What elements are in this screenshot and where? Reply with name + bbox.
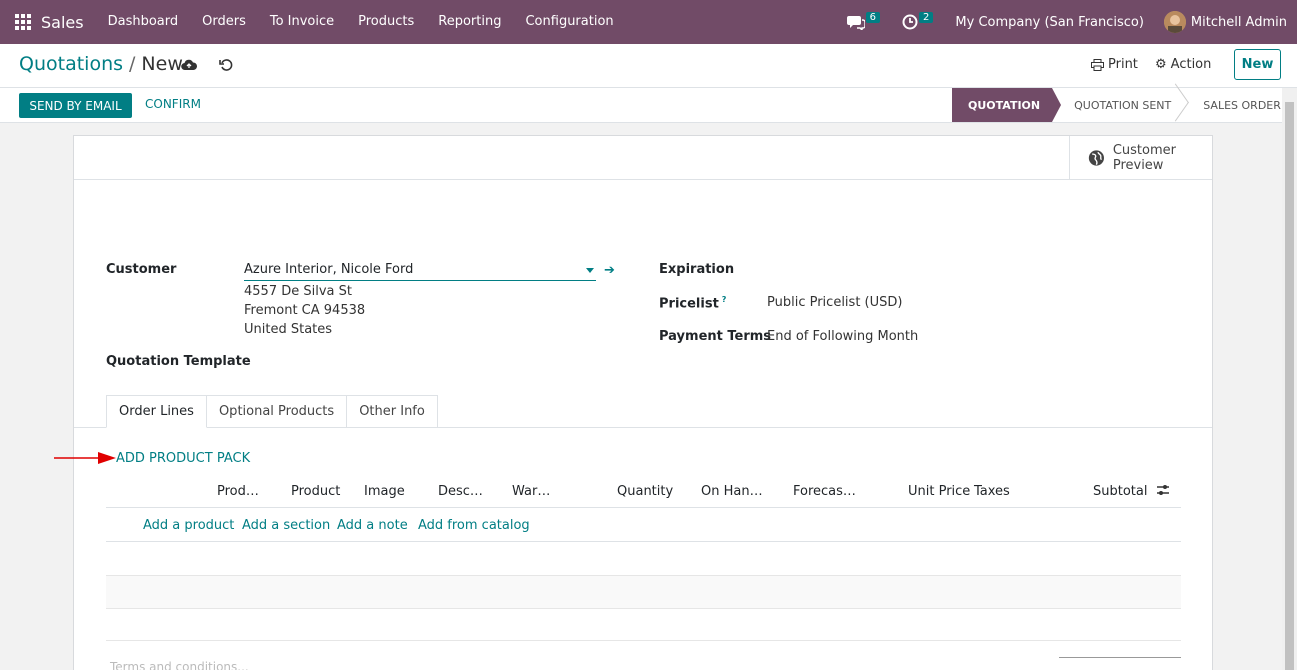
order-lines-header: Prod… Product Image Desc… War… Quantity … (106, 476, 1181, 508)
top-navbar: Sales Dashboard Orders To Invoice Produc… (0, 0, 1297, 44)
confirm-button[interactable]: CONFIRM (145, 97, 201, 111)
breadcrumb-separator: / (129, 53, 136, 75)
control-panel: Quotations / New Print ⚙ Action New (0, 44, 1297, 88)
pricelist-value[interactable]: Public Pricelist (USD) (767, 295, 902, 310)
user-name: Mitchell Admin (1190, 14, 1287, 30)
customer-label: Customer (106, 262, 177, 277)
apps-menu-icon[interactable] (15, 14, 31, 30)
payment-terms-value[interactable]: End of Following Month (767, 329, 918, 344)
messages-count-badge: 6 (865, 11, 881, 23)
menu-to-invoice[interactable]: To Invoice (258, 0, 346, 44)
scrollbar-thumb[interactable] (1285, 102, 1294, 670)
action-button[interactable]: ⚙ Action (1155, 57, 1211, 72)
quotation-template-label: Quotation Template (106, 354, 251, 369)
pricelist-label: Pricelist? (659, 295, 727, 312)
globe-icon (1088, 150, 1104, 166)
notebook-tabs: Order Lines Optional Products Other Info (106, 395, 438, 428)
empty-row (106, 608, 1181, 641)
column-header[interactable]: Product (291, 484, 340, 499)
annotation-arrow-icon (54, 452, 116, 464)
stage-quotation[interactable]: QUOTATION (952, 88, 1062, 122)
address-line-2: Fremont CA 94538 (244, 303, 366, 318)
column-header[interactable]: Subtotal (1093, 484, 1147, 499)
address-line-1: 4557 De Silva St (244, 284, 352, 299)
discard-undo-icon[interactable] (217, 56, 235, 74)
tab-optional-products[interactable]: Optional Products (205, 395, 348, 428)
payment-terms-label: Payment Terms (659, 329, 772, 344)
add-product-pack-button[interactable]: ADD PRODUCT PACK (116, 451, 250, 466)
add-line-row: Add a product Add a section Add a note A… (106, 508, 1181, 542)
breadcrumb-current: New (141, 53, 183, 75)
totals-divider (1059, 657, 1181, 658)
expiration-label: Expiration (659, 262, 735, 277)
status-bar: SEND BY EMAIL CONFIRM QUOTATION QUOTATIO… (0, 88, 1297, 123)
send-by-email-button[interactable]: SEND BY EMAIL (19, 93, 132, 118)
customer-preview-label: Customer Preview (1112, 143, 1176, 173)
chevron-down-icon[interactable] (586, 268, 594, 273)
column-header[interactable]: Forecas… (793, 484, 856, 499)
smart-button-bar: Customer Preview (74, 136, 1212, 180)
add-note-link[interactable]: Add a note (337, 518, 408, 533)
vertical-scrollbar[interactable] (1282, 88, 1297, 670)
chat-icon (846, 16, 865, 30)
menu-dashboard[interactable]: Dashboard (96, 0, 191, 44)
empty-row (106, 543, 1181, 576)
activities-count-badge: 2 (919, 11, 934, 23)
menu-products[interactable]: Products (346, 0, 426, 44)
menu-configuration[interactable]: Configuration (513, 0, 625, 44)
column-header[interactable]: On Han… (701, 484, 763, 499)
gear-icon: ⚙ (1155, 57, 1167, 72)
printer-icon (1091, 58, 1104, 71)
column-header[interactable]: Desc… (438, 484, 483, 499)
pricelist-help-icon[interactable]: ? (722, 295, 727, 304)
avatar (1163, 11, 1186, 33)
app-name[interactable]: Sales (41, 13, 84, 32)
column-header[interactable]: Unit Price (908, 484, 970, 499)
column-header[interactable]: Prod… (217, 484, 259, 499)
user-menu[interactable]: Mitchell Admin (1163, 11, 1287, 33)
print-button[interactable]: Print (1091, 57, 1138, 72)
customer-value: Azure Interior, Nicole Ford (244, 262, 414, 277)
stage-quotation-sent[interactable]: QUOTATION SENT (1052, 88, 1183, 122)
save-cloud-icon[interactable] (180, 56, 198, 74)
add-product-link[interactable]: Add a product (143, 518, 234, 533)
print-label: Print (1108, 57, 1138, 72)
customer-field[interactable]: Azure Interior, Nicole Ford (244, 259, 596, 281)
add-from-catalog-link[interactable]: Add from catalog (418, 518, 530, 533)
action-label: Action (1170, 57, 1212, 72)
column-header[interactable]: War… (512, 484, 550, 499)
messages-button[interactable]: 6 (846, 11, 881, 30)
address-line-3: United States (244, 322, 333, 337)
open-customer-arrow-icon[interactable]: ➔ (604, 263, 615, 278)
activities-button[interactable]: 2 (902, 11, 934, 30)
form-sheet: Customer Preview Customer Azure Interior… (73, 135, 1213, 670)
empty-row (106, 576, 1181, 609)
stage-sales-order[interactable]: SALES ORDER (1183, 88, 1293, 122)
tab-divider (74, 427, 1212, 428)
column-header[interactable]: Quantity (617, 484, 673, 499)
clock-icon (902, 14, 918, 30)
tab-order-lines[interactable]: Order Lines (106, 395, 207, 428)
tab-other-info[interactable]: Other Info (346, 395, 438, 428)
column-header[interactable]: Image (364, 484, 405, 499)
breadcrumb-quotations[interactable]: Quotations (19, 53, 123, 75)
customer-preview-button[interactable]: Customer Preview (1069, 136, 1212, 180)
stage-pipeline: QUOTATION QUOTATION SENT SALES ORDER (952, 88, 1293, 122)
column-settings-icon[interactable] (1156, 483, 1170, 501)
new-button[interactable]: New (1234, 49, 1281, 80)
breadcrumb: Quotations / New (19, 53, 183, 75)
menu-orders[interactable]: Orders (190, 0, 258, 44)
company-switcher[interactable]: My Company (San Francisco) (955, 15, 1143, 30)
add-section-link[interactable]: Add a section (242, 518, 330, 533)
menu-reporting[interactable]: Reporting (426, 0, 513, 44)
column-header[interactable]: Taxes (974, 484, 1010, 499)
terms-field[interactable]: Terms and conditions... (110, 660, 249, 670)
